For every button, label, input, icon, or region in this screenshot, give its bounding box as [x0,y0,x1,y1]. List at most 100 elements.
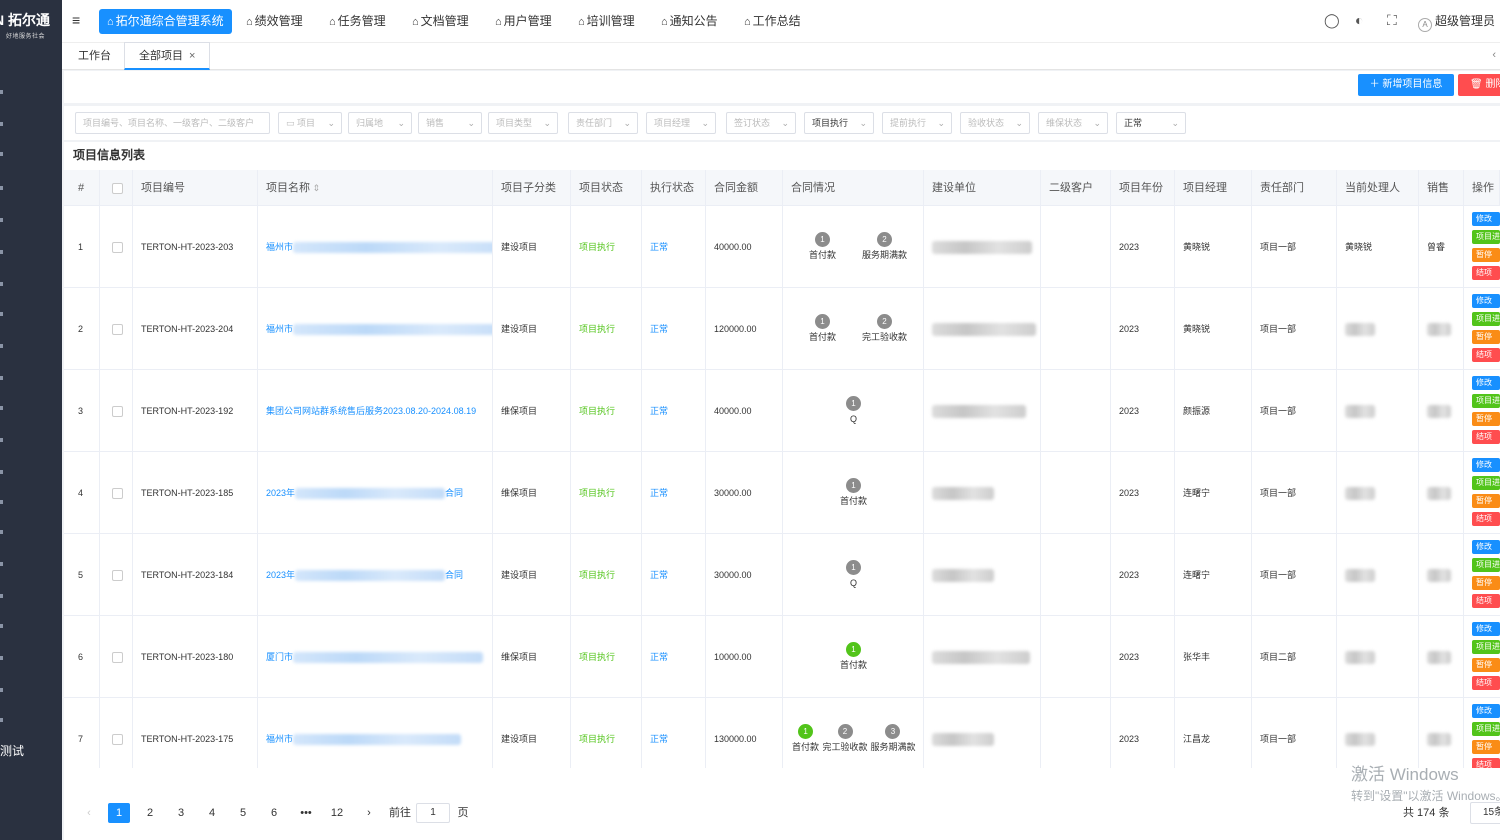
sidebar-item-marker[interactable] [0,530,3,534]
sidebar-item-marker[interactable] [0,152,3,156]
nav-item-1[interactable]: ⌂ 绩效管理 [238,9,311,34]
project-progress-button[interactable]: 项目进度 [1472,476,1500,490]
nav-item-6[interactable]: ⌂ 通知公告 [653,9,726,34]
row-checkbox[interactable] [112,652,123,664]
sidebar-item-marker[interactable] [0,562,3,566]
prev-page-button[interactable]: ‹ [78,803,100,823]
sidebar-item-marker[interactable] [0,656,3,660]
filter-10[interactable]: 验收状态 ⌄ [960,112,1030,134]
sidebar-item-marker[interactable] [0,688,3,692]
project-progress-button[interactable]: 项目进度 [1472,312,1500,326]
edit-button[interactable]: 修改 [1472,622,1500,636]
nav-item-4[interactable]: ⌂ 用户管理 [487,9,560,34]
page-button[interactable]: 1 [108,803,130,823]
sidebar-item-marker[interactable] [0,500,3,504]
pause-button[interactable]: 暂停 [1472,330,1500,344]
filter-8[interactable]: 项目执行 ⌄ [804,112,874,134]
nav-item-0[interactable]: ⌂ 拓尔通综合管理系统 [99,9,232,34]
goto-page-input[interactable]: 1 [416,803,450,823]
project-progress-button[interactable]: 项目进度 [1472,394,1500,408]
project-name-link[interactable]: 福州市 [258,698,493,768]
chat-icon[interactable]: ◯ [1324,12,1340,29]
page-button[interactable]: 3 [170,803,192,823]
pause-button[interactable]: 暂停 [1472,412,1500,426]
filter-4[interactable]: 项目类型 ⌄ [488,112,558,134]
row-checkbox[interactable] [112,324,123,336]
close-project-button[interactable]: 结项 [1472,676,1500,690]
sidebar-item-marker[interactable] [0,250,3,254]
edit-button[interactable]: 修改 [1472,540,1500,554]
project-name-link[interactable]: 2023年 合同 [258,534,493,616]
tab-all-projects[interactable]: 全部项目 × [124,42,211,70]
project-name-link[interactable]: 2023年 合同 [258,452,493,534]
filter-5[interactable]: 责任部门 ⌄ [568,112,638,134]
row-checkbox-cell[interactable] [100,616,133,698]
close-project-button[interactable]: 结项 [1472,512,1500,526]
row-checkbox-cell[interactable] [100,288,133,370]
nav-item-3[interactable]: ⌂ 文档管理 [404,9,477,34]
row-checkbox[interactable] [112,242,123,254]
nav-item-2[interactable]: ⌂ 任务管理 [321,9,394,34]
project-name-link[interactable]: 福州市 [258,206,493,288]
row-checkbox[interactable] [112,570,123,582]
nav-item-5[interactable]: ⌂ 培训管理 [570,9,643,34]
close-icon[interactable]: × [189,50,195,62]
nav-item-7[interactable]: ⌂ 工作总结 [736,9,809,34]
row-checkbox-cell[interactable] [100,452,133,534]
sidebar-item-marker[interactable] [0,438,3,442]
sidebar-item-marker[interactable] [0,376,3,380]
sidebar-item-marker[interactable] [0,312,3,316]
sort-icon[interactable]: ⇕ [310,183,321,193]
project-progress-button[interactable]: 项目进度 [1472,722,1500,736]
select-all-checkbox[interactable] [100,170,133,206]
page-size-select[interactable]: 15条 [1470,802,1500,824]
edit-button[interactable]: 修改 [1472,212,1500,226]
sidebar-item-marker[interactable] [0,624,3,628]
user-menu[interactable]: A 超级管理员 [1418,12,1495,32]
filter-7[interactable]: 签订状态 ⌄ [726,112,796,134]
pause-button[interactable]: 暂停 [1472,494,1500,508]
close-project-button[interactable]: 结项 [1472,266,1500,280]
project-progress-button[interactable]: 项目进度 [1472,640,1500,654]
row-checkbox[interactable] [112,734,123,746]
sidebar-item-marker[interactable] [0,406,3,410]
sidebar-item-marker[interactable] [0,282,3,286]
page-button[interactable]: 5 [232,803,254,823]
palette-icon[interactable]: ◐ [1355,12,1363,28]
project-progress-button[interactable]: 项目进度 [1472,230,1500,244]
filter-0[interactable]: 项目编号、项目名称、一级客户、二级客户 [75,112,270,134]
page-button[interactable]: 2 [139,803,161,823]
add-project-button[interactable]: ＋ 新增项目信息 [1358,74,1454,96]
filter-2[interactable]: 归属地 ⌄ [348,112,412,134]
hamburger-icon[interactable]: ≡ [72,12,80,28]
delete-button[interactable]: 🗑 删除 [1458,74,1500,96]
row-checkbox-cell[interactable] [100,370,133,452]
row-checkbox[interactable] [112,488,123,500]
pause-button[interactable]: 暂停 [1472,248,1500,262]
sidebar-item-marker[interactable] [0,594,3,598]
edit-button[interactable]: 修改 [1472,704,1500,718]
filter-12[interactable]: 正常 ⌄ [1116,112,1186,134]
sidebar-item-marker[interactable] [0,470,3,474]
edit-button[interactable]: 修改 [1472,294,1500,308]
close-project-button[interactable]: 结项 [1472,348,1500,362]
filter-6[interactable]: 项目经理 ⌄ [646,112,716,134]
project-name-link[interactable]: 集团公司网站群系统售后服务2023.08.20-2024.08.19 [258,370,493,452]
checkbox[interactable] [112,182,123,194]
pause-button[interactable]: 暂停 [1472,576,1500,590]
next-page-button[interactable]: › [358,803,380,823]
sidebar-item-marker[interactable] [0,186,3,190]
pause-button[interactable]: 暂停 [1472,658,1500,672]
filter-11[interactable]: 维保状态 ⌄ [1038,112,1108,134]
sidebar-item-marker[interactable] [0,90,3,94]
close-project-button[interactable]: 结项 [1472,430,1500,444]
filter-3[interactable]: 销售 ⌄ [418,112,482,134]
project-name-link[interactable]: 福州市 [258,288,493,370]
filter-1[interactable]: ▭ 项目 ⌄ [278,112,342,134]
row-checkbox-cell[interactable] [100,698,133,768]
page-button[interactable]: 12 [326,803,348,823]
filter-9[interactable]: 提前执行 ⌄ [882,112,952,134]
project-progress-button[interactable]: 项目进度 [1472,558,1500,572]
tab-workbench[interactable]: 工作台 [64,43,125,70]
sidebar-item-marker[interactable] [0,718,3,722]
